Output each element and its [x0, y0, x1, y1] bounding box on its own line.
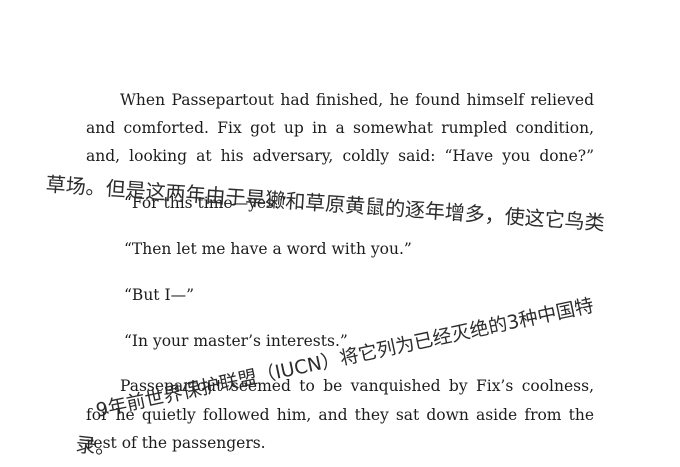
- handwritten-annotation-2: 9年前世界保护联盟（IUCN）将它列为已经灭绝的3种中国特: [94, 294, 596, 422]
- paragraph-2-line-3: rest of the passengers.: [86, 434, 266, 452]
- paragraph-1-line-1: When Passepartout had finished, he found…: [120, 91, 594, 109]
- paragraph-1-line-2: and comforted. Fix got up in a somewhat …: [86, 119, 594, 137]
- paragraph-1-line-3: and, looking at his adversary, coldly sa…: [86, 147, 594, 165]
- handwritten-annotation-3: 录。: [74, 432, 117, 461]
- document-page: When Passepartout had finished, he found…: [0, 0, 680, 467]
- dialogue-line-2: “Then let me have a word with you.”: [124, 240, 412, 258]
- handwritten-annotation-1: 草场。但是这两年由于旱獭和草原黄鼠的逐年增多，使这它鸟类: [45, 172, 606, 236]
